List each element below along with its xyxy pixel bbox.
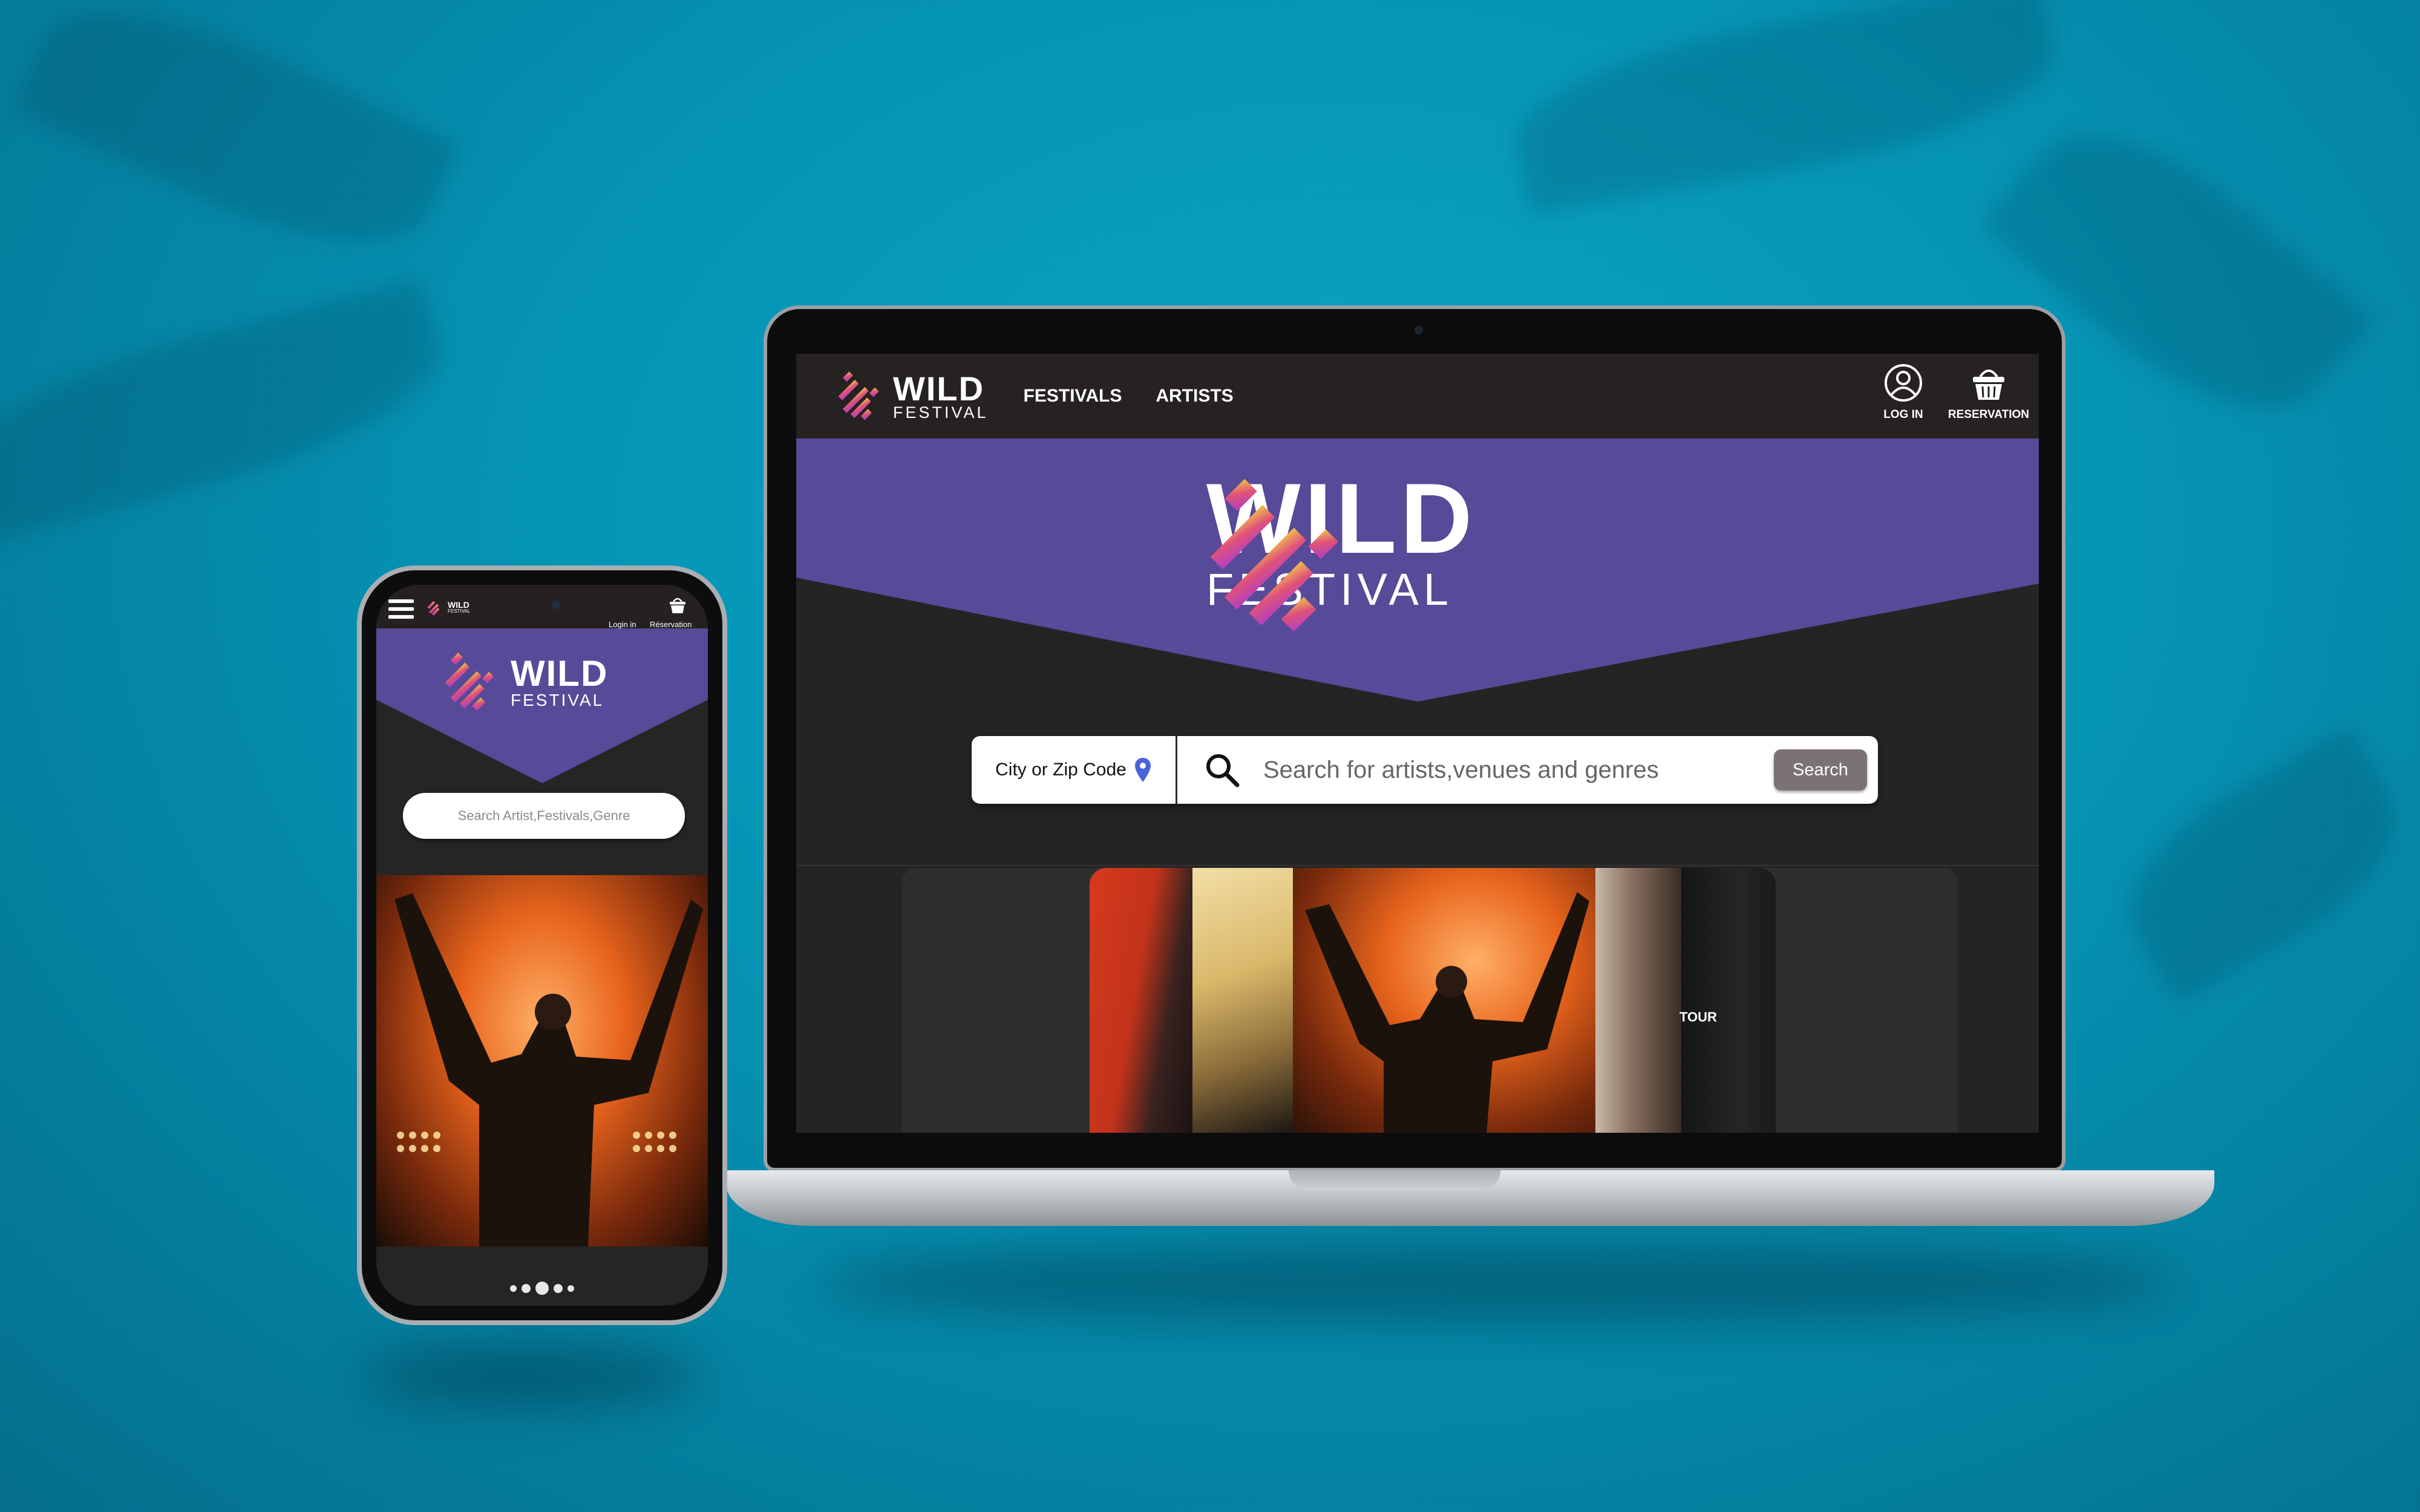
nav-festivals-link[interactable]: FESTIVALS [1024,386,1122,406]
login-label: LOG IN [1883,408,1923,421]
mobile-hero-logo-mark-icon [445,653,494,711]
carousel-dot[interactable] [522,1283,531,1293]
location-selector[interactable]: City or Zip Code [972,736,1177,804]
desktop-screen: WILD FESTIVAL FESTIVALS ARTISTS LOG IN R… [796,354,2039,1133]
phone-camera [552,601,560,609]
carousel-slide-4[interactable] [1595,868,1681,1133]
mobile-hero-logo: WILD FESTIVAL [437,649,608,715]
laptop-base [726,1170,2214,1226]
location-pin-icon [1134,758,1151,782]
mobile-nav-logo-festival: FESTIVAL [448,608,471,614]
desktop-hero-banner: WILD FESTIVAL [796,438,2039,705]
carousel-slide-5[interactable] [1681,868,1776,1133]
mobile-top-nav: WILD FESTIVAL Login in Réservation [376,585,708,629]
nav-artists-link[interactable]: ARTISTS [1156,386,1233,406]
laptop-device: WILD FESTIVAL FESTIVALS ARTISTS LOG IN R… [764,305,2065,1171]
hero-logo: WILD FESTIVAL [1188,469,1476,632]
section-divider [796,865,2039,866]
mobile-basket-icon[interactable] [667,595,688,615]
laptop-opening-notch [1289,1170,1500,1191]
mobile-performer-silhouette [394,893,703,1246]
hero-logo-mark-icon [1210,478,1338,632]
location-label: City or Zip Code [995,760,1127,780]
mobile-carousel-dots [376,1282,708,1295]
mobile-hero-logo-festival: FESTIVAL [511,691,604,709]
laptop-camera [1414,326,1423,334]
desktop-search-input[interactable] [1262,755,1774,784]
mobile-hero-banner: WILD FESTIVAL [376,628,708,787]
mobile-nav-logo[interactable]: WILD FESTIVAL [425,597,470,618]
mobile-screen: WILD FESTIVAL Login in Réservation WILD … [376,585,708,1306]
basket-icon [1972,370,2004,400]
carousel-slide-1[interactable] [1090,868,1192,1133]
nav-logo-festival: FESTIVAL [893,403,989,422]
nav-logo[interactable]: WILD FESTIVAL [831,368,989,424]
user-icon [1884,364,1922,402]
mobile-logo-mark-icon [427,601,440,616]
carousel-dot[interactable] [567,1285,574,1292]
reservation-label: RESERVATION [1947,408,2029,421]
search-icon[interactable] [1204,752,1240,788]
desktop-search-bar: City or Zip Code Search [972,736,1878,804]
carousel-slide-2[interactable] [1192,868,1293,1133]
carousel-caption: TOUR [1679,1009,1717,1025]
mobile-login-link[interactable]: Login in [609,620,636,629]
mobile-reservation-link[interactable]: Réservation [650,620,692,629]
phone-device: WILD FESTIVAL Login in Réservation WILD … [357,565,727,1325]
performer-silhouette [1305,892,1589,1133]
login-button[interactable]: LOG IN [1883,362,1924,422]
search-button[interactable]: Search [1774,749,1867,790]
carousel-dot[interactable] [554,1283,563,1293]
reservation-button[interactable]: RESERVATION [1948,362,2029,422]
desktop-top-nav: WILD FESTIVAL FESTIVALS ARTISTS LOG IN R… [796,354,2039,438]
nav-logo-wild: WILD [893,369,985,408]
mobile-hero-logo-wild: WILD [511,653,609,694]
carousel-dot[interactable] [510,1285,517,1292]
logo-mark-icon [838,371,879,420]
carousel-dot[interactable] [535,1282,549,1295]
carousel-slide-3[interactable] [1293,868,1595,1133]
mobile-nav-logo-wild: WILD [448,600,469,610]
mobile-carousel-image[interactable] [376,875,708,1246]
hamburger-icon[interactable] [388,599,414,621]
mobile-search-input[interactable] [403,793,685,839]
